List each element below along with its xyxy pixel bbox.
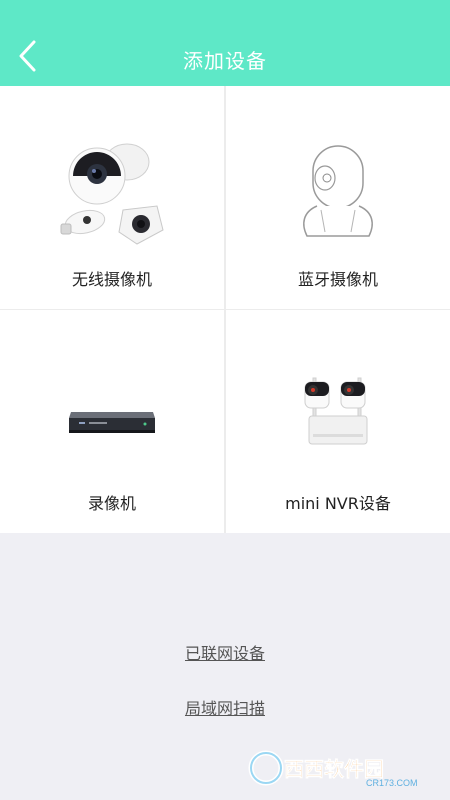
device-tile-wireless-camera[interactable]: 无线摄像机 xyxy=(0,86,224,309)
watermark-site: CR173.COM xyxy=(366,778,418,788)
device-tile-bluetooth-camera[interactable]: 蓝牙摄像机 xyxy=(226,86,450,309)
page-title: 添加设备 xyxy=(183,49,267,73)
device-tile-video-recorder[interactable]: 录像机 xyxy=(0,310,224,533)
header-bar: 添加设备 xyxy=(0,0,450,86)
connected-devices-link[interactable]: 已联网设备 xyxy=(0,640,450,664)
device-label-mini-nvr: mini NVR设备 xyxy=(285,494,391,513)
mini-nvr-icon xyxy=(304,377,368,445)
lan-scan-link[interactable]: 局域网扫描 xyxy=(0,695,450,719)
device-tile-mini-nvr[interactable]: mini NVR设备 xyxy=(226,310,450,533)
wireless-camera-icon xyxy=(60,143,164,245)
video-recorder-icon xyxy=(69,412,155,433)
device-label-video-recorder: 录像机 xyxy=(87,494,136,513)
bluetooth-camera-icon xyxy=(303,145,373,237)
device-label-wireless-camera: 无线摄像机 xyxy=(71,270,152,289)
watermark-logo: 西西软件园 CR173.COM xyxy=(248,750,418,788)
device-grid: 无线摄像机 蓝牙摄像机 录像机 mini NVR设备 xyxy=(0,86,450,533)
device-label-bluetooth-camera: 蓝牙摄像机 xyxy=(297,270,378,289)
